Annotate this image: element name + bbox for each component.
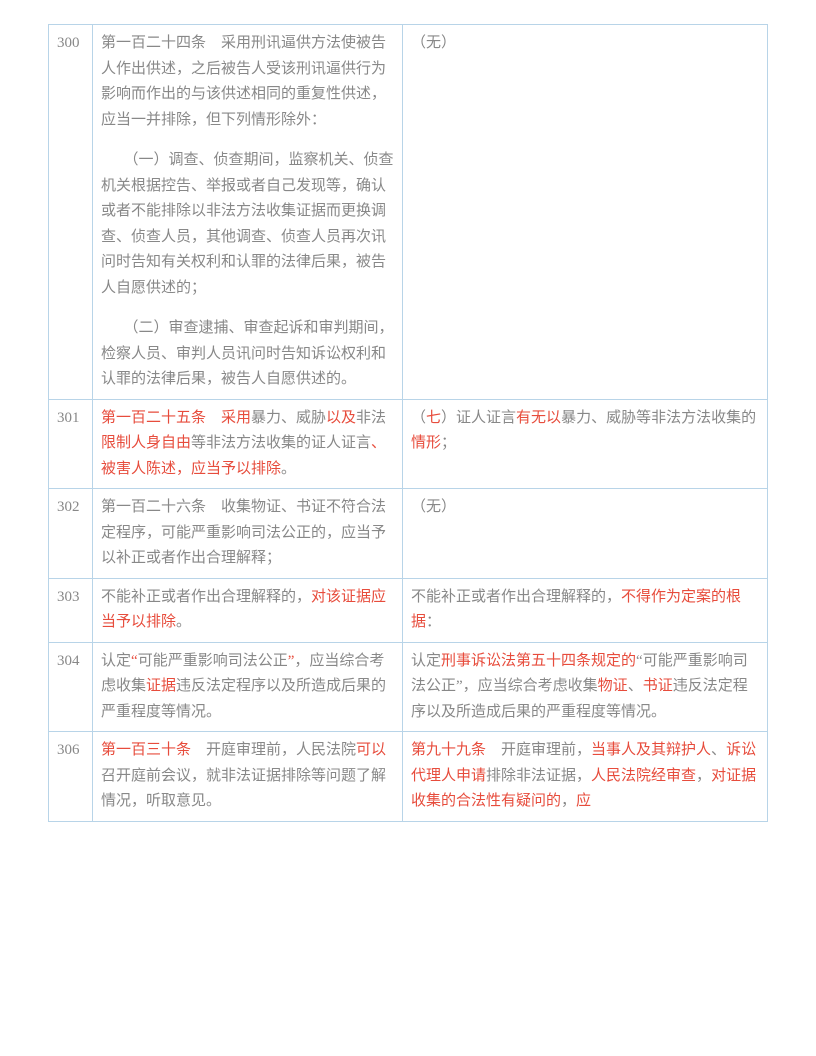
right-column-cell: 第九十九条 开庭审理前，当事人及其辩护人、诉讼代理人申请排除非法证据，人民法院经… [403, 732, 768, 822]
left-column-cell: 第一百三十条 开庭审理前，人民法院可以召开庭前会议，就非法证据排除等问题了解情况… [93, 732, 403, 822]
left-column-cell: 第一百二十六条 收集物证、书证不符合法定程序，可能严重影响司法公正的，应当予以补… [93, 489, 403, 579]
table-row: 302第一百二十六条 收集物证、书证不符合法定程序，可能严重影响司法公正的，应当… [49, 489, 768, 579]
left-column-cell: 不能补正或者作出合理解释的，对该证据应当予以排除。 [93, 578, 403, 642]
right-column-cell: （无） [403, 25, 768, 400]
right-column-cell: （七）证人证言有无以暴力、威胁等非法方法收集的情形； [403, 399, 768, 489]
left-column-cell: 第一百二十五条 采用暴力、威胁以及非法限制人身自由等非法方法收集的证人证言、被害… [93, 399, 403, 489]
row-number: 302 [49, 489, 93, 579]
row-number: 304 [49, 642, 93, 732]
left-column-cell: 认定“可能严重影响司法公正”，应当综合考虑收集证据违反法定程序以及所造成后果的严… [93, 642, 403, 732]
table-row: 306第一百三十条 开庭审理前，人民法院可以召开庭前会议，就非法证据排除等问题了… [49, 732, 768, 822]
table-row: 304认定“可能严重影响司法公正”，应当综合考虑收集证据违反法定程序以及所造成后… [49, 642, 768, 732]
row-number: 300 [49, 25, 93, 400]
right-column-cell: 认定刑事诉讼法第五十四条规定的“可能严重影响司法公正”，应当综合考虑收集物证、书… [403, 642, 768, 732]
left-column-cell: 第一百二十四条 采用刑讯逼供方法使被告人作出供述，之后被告人受该刑讯逼供行为影响… [93, 25, 403, 400]
row-number: 303 [49, 578, 93, 642]
table-row: 300第一百二十四条 采用刑讯逼供方法使被告人作出供述，之后被告人受该刑讯逼供行… [49, 25, 768, 400]
row-number: 306 [49, 732, 93, 822]
right-column-cell: 不能补正或者作出合理解释的，不得作为定案的根据： [403, 578, 768, 642]
table-row: 301第一百二十五条 采用暴力、威胁以及非法限制人身自由等非法方法收集的证人证言… [49, 399, 768, 489]
row-number: 301 [49, 399, 93, 489]
table-row: 303不能补正或者作出合理解释的，对该证据应当予以排除。不能补正或者作出合理解释… [49, 578, 768, 642]
comparison-table: 300第一百二十四条 采用刑讯逼供方法使被告人作出供述，之后被告人受该刑讯逼供行… [48, 24, 768, 822]
right-column-cell: （无） [403, 489, 768, 579]
